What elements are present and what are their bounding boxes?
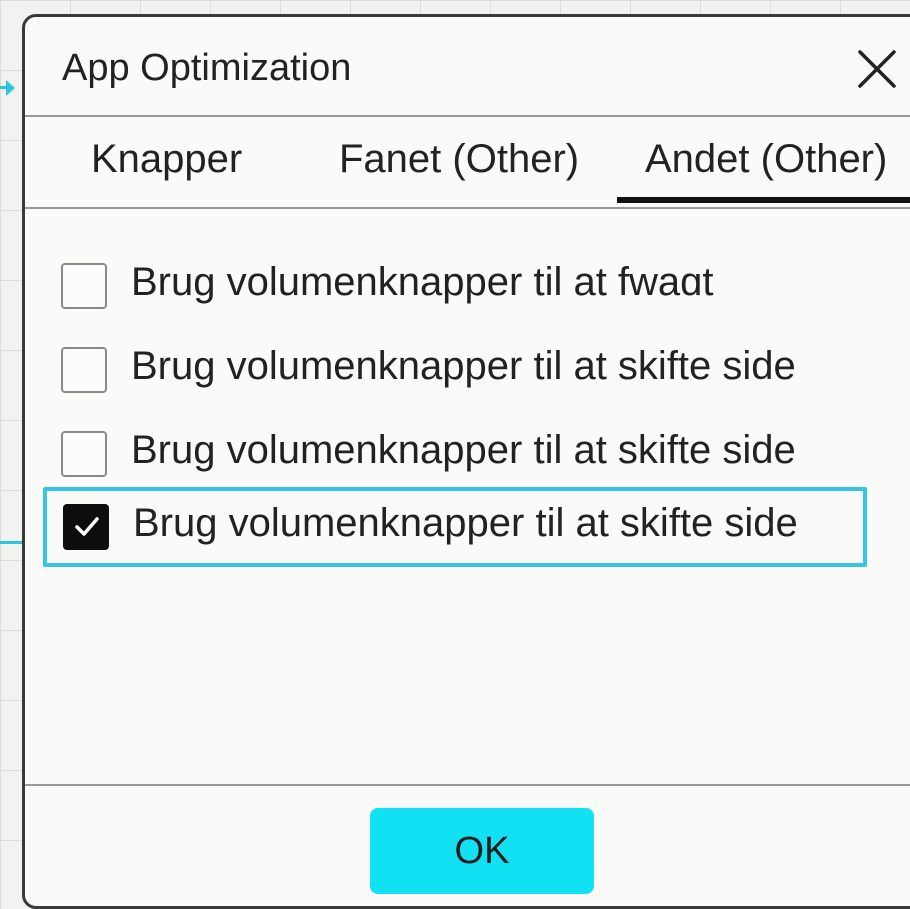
option-label-1: Brug volumenknapper til at fwaɑt xyxy=(131,260,714,304)
option-row-4-highlighted[interactable]: Brug volumenknapper til at skifte side xyxy=(43,487,867,567)
option-label-4: Brug volumenknapper til at skifte side xyxy=(133,501,798,545)
tab-knapper[interactable]: Knapper xyxy=(91,137,242,182)
option-label-3: Brug volumenknapper til at skifte side xyxy=(131,428,796,472)
checkbox-1[interactable] xyxy=(61,263,107,309)
app-optimization-dialog: App Optimization Knapper Fanet (Other) A… xyxy=(22,14,910,909)
option-row-1[interactable]: Brug volumenknapper til at fwaɑt xyxy=(61,249,851,317)
tab-fanet[interactable]: Fanet (Other) xyxy=(339,137,579,182)
dialog-title: App Optimization xyxy=(62,47,352,89)
dialog-title-bar: App Optimization xyxy=(25,17,910,117)
checkbox-3[interactable] xyxy=(61,431,107,477)
checkmark-icon xyxy=(75,517,99,536)
checkbox-2[interactable] xyxy=(61,347,107,393)
ok-button[interactable]: OK xyxy=(370,808,594,894)
active-tab-indicator xyxy=(617,197,910,203)
close-button[interactable] xyxy=(857,49,897,89)
option-row-2[interactable]: Brug volumenknapper til at skifte side xyxy=(61,333,851,401)
option-label-2: Brug volumenknapper til at skifte side xyxy=(131,344,796,388)
checkbox-4-checked[interactable] xyxy=(63,504,109,550)
annotation-arrow-icon xyxy=(6,80,15,96)
close-icon xyxy=(858,50,896,88)
tab-bar: Knapper Fanet (Other) Andet (Other) xyxy=(25,115,910,209)
option-row-3[interactable]: Brug volumenknapper til at skifte side xyxy=(61,417,851,485)
tab-andet[interactable]: Andet (Other) xyxy=(645,137,887,182)
dialog-footer-divider xyxy=(25,784,910,790)
